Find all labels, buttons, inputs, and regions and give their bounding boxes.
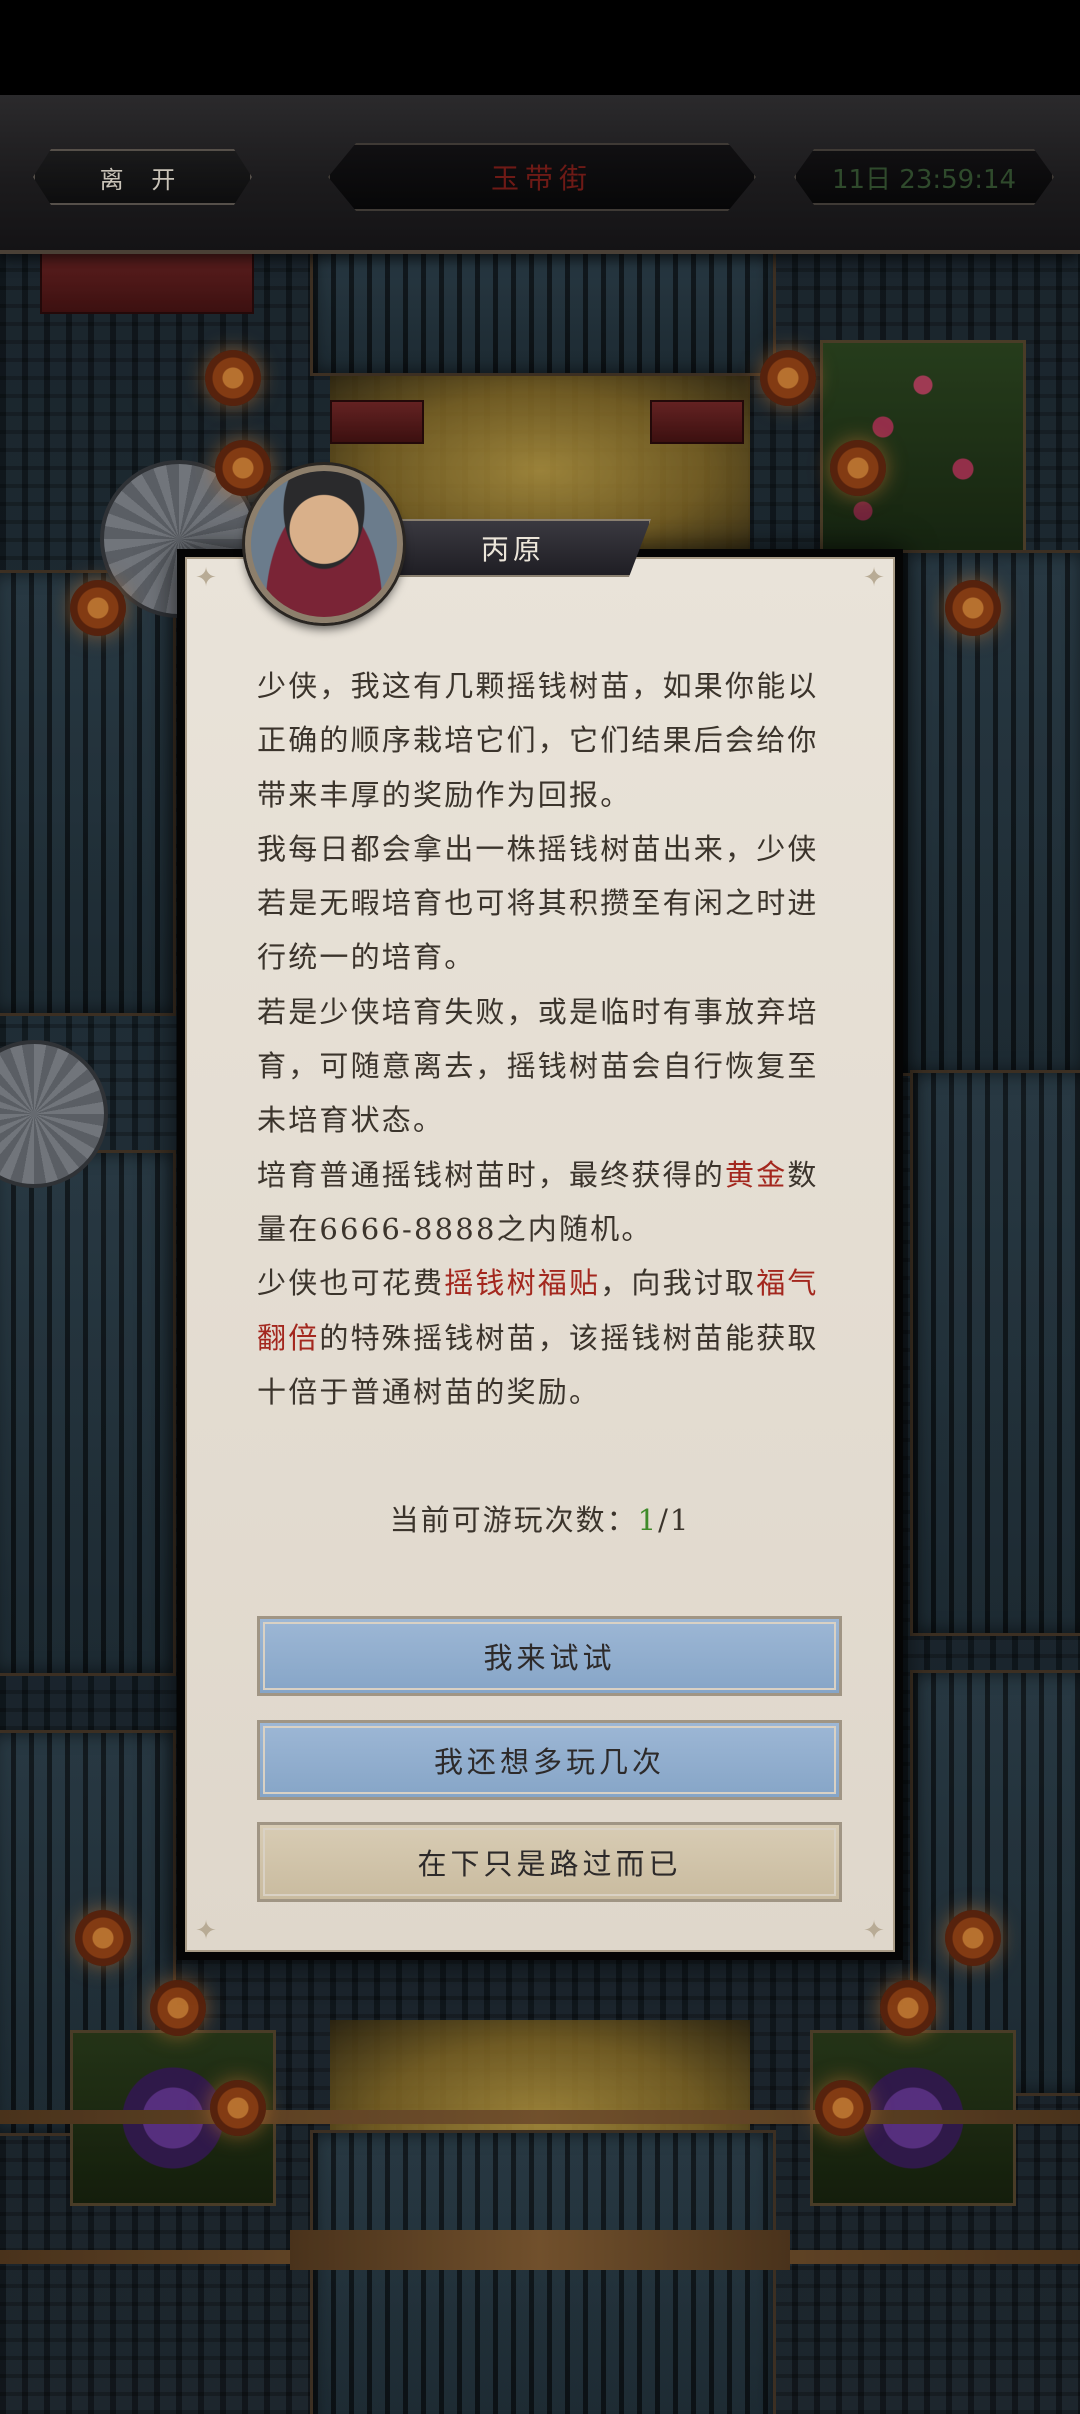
dialog-paragraph: 若是少侠培育失败，或是临时有事放弃培育，可随意离去，摇钱树苗会自行恢复至未培育状…	[257, 985, 837, 1148]
top-bar: 离 开 玉带街 11日 23:59:14	[0, 95, 1080, 254]
dialog-text-segment: 少侠也可花费	[257, 1266, 445, 1301]
countdown-timer: 11日 23:59:14	[794, 149, 1054, 205]
corner-ornament-icon: ✦	[863, 563, 885, 593]
dialog-paragraph: 少侠，我这有几颗摇钱树苗，如果你能以正确的顺序栽培它们，它们结果后会给你带来丰厚…	[257, 659, 837, 822]
gold-keyword: 黄金	[725, 1157, 788, 1192]
npc-dialog: ✦ ✦ ✦ ✦ 少侠，我这有几颗摇钱树苗，如果你能以正确的顺序栽培它们，它们结果…	[177, 549, 903, 1960]
play-more-button[interactable]: 我还想多玩几次	[257, 1720, 842, 1800]
dialog-paragraph: 培育普通摇钱树苗时，最终获得的黄金数量在6666-8888之内随机。	[257, 1148, 837, 1257]
play-count-current: 1	[637, 1503, 659, 1537]
dialog-text-segment: 的特殊摇钱树苗，该摇钱树苗能获取十倍于普通树苗的奖励。	[257, 1320, 819, 1409]
corner-ornament-icon: ✦	[195, 563, 217, 593]
dialog-text-segment: 若是少侠培育失败，或是临时有事放弃培育，可随意离去，摇钱树苗会自行恢复至未培育状…	[257, 994, 819, 1138]
pass-by-button[interactable]: 在下只是路过而已	[257, 1822, 842, 1902]
dialog-text-segment: 培育普通摇钱树苗时，最终获得的	[257, 1157, 726, 1192]
dialog-text-segment: ，向我讨取	[600, 1266, 757, 1301]
npc-avatar	[245, 465, 403, 623]
game-screen: 离 开 玉带街 11日 23:59:14 ✦ ✦ ✦ ✦ 少侠，我这有几颗摇钱树…	[0, 0, 1080, 2414]
status-bar	[0, 0, 1080, 95]
try-button[interactable]: 我来试试	[257, 1616, 842, 1696]
dialog-text-segment: 少侠，我这有几颗摇钱树苗，如果你能以正确的顺序栽培它们，它们结果后会给你带来丰厚…	[257, 669, 819, 812]
play-count: 当前可游玩次数：1/1	[187, 1497, 893, 1539]
dialog-text: 少侠，我这有几颗摇钱树苗，如果你能以正确的顺序栽培它们，它们结果后会给你带来丰厚…	[257, 659, 837, 1419]
npc-name-plate: 丙原	[395, 519, 651, 577]
dialog-paragraph: 少侠也可花费摇钱树福贴，向我讨取福气翻倍的特殊摇钱树苗，该摇钱树苗能获取十倍于普…	[257, 1256, 837, 1419]
dialog-panel: ✦ ✦ ✦ ✦ 少侠，我这有几颗摇钱树苗，如果你能以正确的顺序栽培它们，它们结果…	[185, 557, 895, 1952]
location-title: 玉带街	[328, 143, 756, 211]
leave-button[interactable]: 离 开	[33, 149, 252, 205]
play-count-total: /1	[658, 1503, 691, 1537]
item-keyword: 摇钱树福贴	[444, 1266, 601, 1301]
dialog-paragraph: 我每日都会拿出一株摇钱树苗出来，少侠若是无暇培育也可将其积攒至有闲之时进行统一的…	[257, 822, 837, 985]
dialog-text-segment: 我每日都会拿出一株摇钱树苗出来，少侠若是无暇培育也可将其积攒至有闲之时进行统一的…	[257, 831, 819, 975]
corner-ornament-icon: ✦	[195, 1916, 217, 1946]
corner-ornament-icon: ✦	[863, 1916, 885, 1946]
play-count-label: 当前可游玩次数：	[389, 1503, 638, 1537]
